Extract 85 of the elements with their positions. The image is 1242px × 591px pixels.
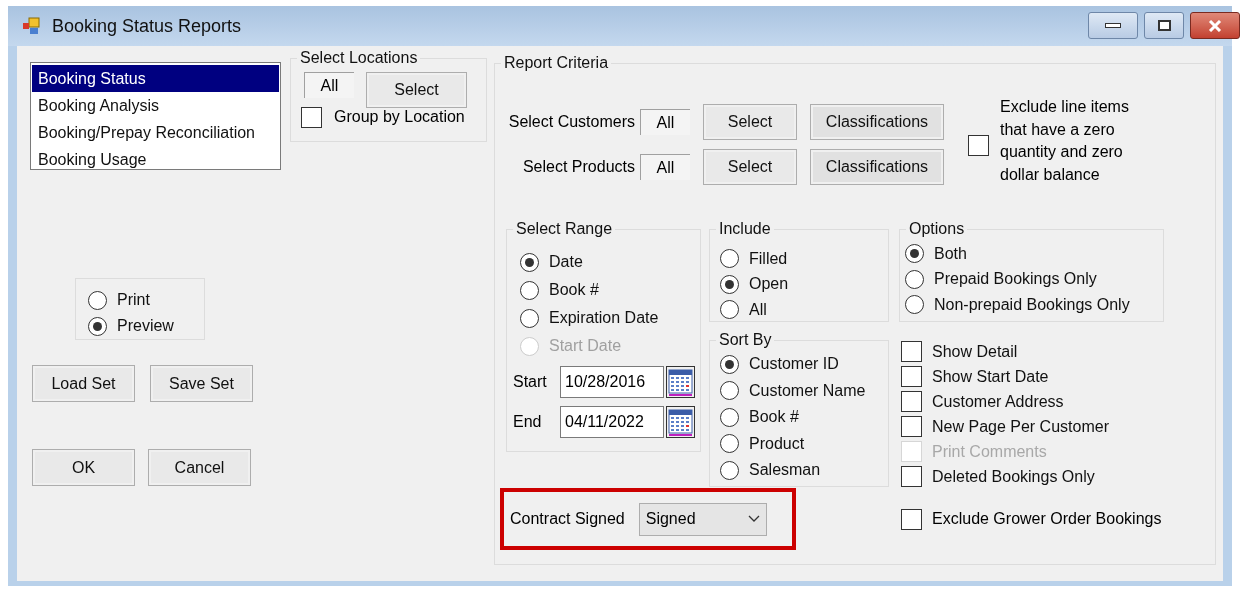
date-label: Start [512,372,548,392]
radio-button[interactable] [720,354,739,374]
chevron-down-icon [747,515,760,523]
date-field[interactable]: 04/11/2022 [560,406,664,438]
button[interactable]: Classifications [810,104,944,140]
button[interactable]: Select [366,72,467,108]
radio-label: Preview [117,316,174,336]
contract-signed-label: Contract Signed [510,509,625,529]
checkbox[interactable] [901,466,922,487]
selector-label: Select Customers [507,112,635,132]
radio-label: Salesman [749,460,821,481]
calendar-icon[interactable] [666,366,695,398]
maximize-button[interactable] [1144,12,1184,39]
radio-label: Expiration Date [549,308,659,328]
radio-label: Product [749,433,805,454]
checkbox-label: Exclude Grower Order Bookings [932,509,1162,529]
button[interactable]: Classifications [810,149,944,185]
radio-label: Book # [549,280,599,300]
radio-button[interactable] [720,274,739,294]
close-icon [1208,19,1222,32]
date-label: End [512,412,543,432]
checkbox-label: Show Start Date [932,366,1049,387]
radio-button[interactable] [720,407,739,427]
radio-label: Customer ID [749,354,839,375]
checkbox-label: Exclude line items that have a zero quantity and zero dollar balance [1000,97,1130,185]
checkbox[interactable] [301,106,322,128]
radio-button[interactable] [720,300,739,320]
report-list-item[interactable]: Booking Status [32,65,279,92]
radio-button[interactable] [905,269,924,289]
radio-label: Book # [749,407,799,428]
radio-button[interactable] [905,244,924,264]
checkbox-label: Customer Address [932,391,1064,412]
radio-label: Open [749,274,789,295]
button[interactable]: OK [32,449,135,486]
checkbox-label: Show Detail [932,341,1018,362]
radio-button[interactable] [905,295,924,315]
close-button[interactable] [1190,12,1240,39]
selector-label: Select Products [521,157,635,177]
checkbox[interactable] [901,391,922,412]
radio-button[interactable] [88,316,107,336]
radio-label: Both [934,243,967,264]
checkbox-label: New Page Per Customer [932,416,1109,437]
value-field: All [640,154,690,180]
checkbox[interactable] [901,341,922,362]
checkbox-label: Group by Location [334,107,465,127]
radio-button[interactable] [720,249,739,269]
checkbox[interactable] [901,508,922,530]
minimize-icon [1105,23,1121,28]
radio-label: Filled [749,248,788,269]
checkbox-label: Deleted Bookings Only [932,466,1095,487]
radio-label: Print [117,290,150,310]
checkbox-label: Print Comments [932,441,1047,462]
radio-button[interactable] [520,252,539,272]
calendar-icon[interactable] [666,406,695,438]
radio-button[interactable] [720,434,739,454]
date-field[interactable]: 10/28/2016 [560,366,664,398]
radio-label: Date [549,252,583,272]
radio-label: Prepaid Bookings Only [934,269,1097,290]
report-list-item[interactable]: Booking/Prepay Reconciliation [32,119,279,146]
minimize-button[interactable] [1088,12,1138,39]
report-list-item[interactable]: Booking Analysis [32,92,279,119]
checkbox[interactable] [901,416,922,437]
radio-label: All [749,299,767,320]
checkbox[interactable] [901,366,922,387]
button[interactable]: Load Set [32,365,135,402]
radio-button[interactable] [720,460,739,480]
contract-signed-dropdown[interactable]: Signed [638,502,767,536]
radio-button[interactable] [520,280,539,300]
value-field: All [640,109,690,135]
button[interactable]: Cancel [148,449,251,486]
button[interactable]: Save Set [150,365,253,402]
radio-label: Start Date [549,336,622,356]
button[interactable]: Select [703,149,797,185]
radio-button[interactable] [520,308,539,328]
window-title: Booking Status Reports [52,14,242,38]
checkbox[interactable] [968,134,989,156]
value-field: All [304,72,354,98]
radio-label: Non-prepaid Bookings Only [934,294,1130,315]
radio-button[interactable] [720,381,739,401]
button[interactable]: Select [703,104,797,140]
radio-button[interactable] [88,290,107,310]
maximize-icon [1157,20,1171,31]
app-icon [22,17,40,35]
report-list-item[interactable]: Booking Usage [32,146,279,173]
radio-label: Customer Name [749,380,866,401]
